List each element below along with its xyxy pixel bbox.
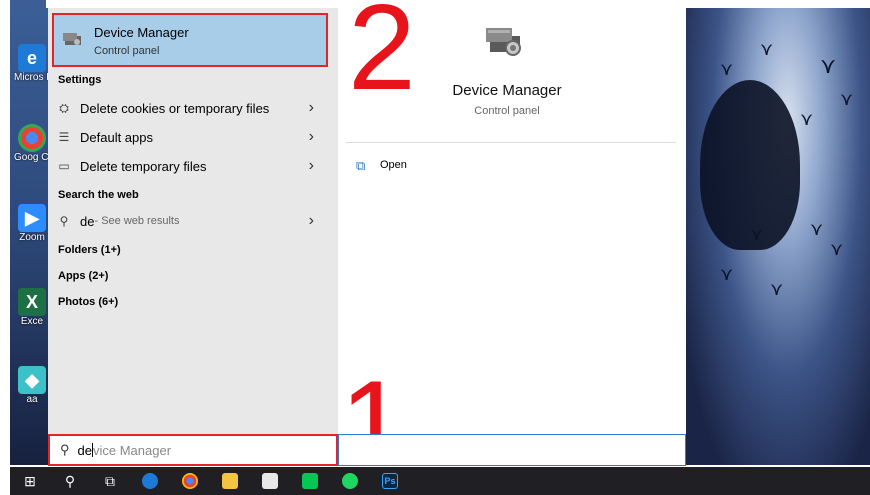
taskbar-file-explorer[interactable] [210,467,250,495]
photoshop-icon: Ps [382,473,398,489]
desktop-icon-edge[interactable]: e Micros Edge [14,44,50,83]
edge-icon: e [18,44,46,72]
settings-item-label: Delete temporary files [80,158,207,174]
taskbar-edge[interactable] [130,467,170,495]
taskbar-spotify[interactable] [330,467,370,495]
taskbar-photoshop[interactable]: Ps [370,467,410,495]
desktop-icon-excel[interactable]: X Exce [14,288,50,327]
open-icon: ⧉ [356,158,366,173]
windows-icon: ⊞ [24,472,36,489]
edge-icon [142,473,158,489]
bird-icon: ⋎ [720,264,734,284]
bird-icon: ⋎ [760,39,774,59]
web-query: de [80,213,95,229]
settings-item-label: Default apps [80,129,153,145]
top-result-device-manager[interactable]: Device Manager Control panel [52,13,328,67]
top-result-subtitle: Control panel [94,45,160,57]
taskbar-store[interactable] [250,467,290,495]
search-typed-text: de [77,442,92,458]
group-photos[interactable]: Photos (6+) [58,296,118,308]
open-action[interactable]: ⧉ Open [356,158,407,173]
desktop-icon-label: Exce [20,316,44,327]
drive-icon: ▭ [58,159,70,173]
desktop-icon-label: Zoom [19,232,45,243]
desktop-icon-chrome[interactable]: Goog Chron [14,124,50,163]
desktop-icon-zoom[interactable]: ▶ Zoom [14,204,50,243]
chevron-right-icon: › [308,212,314,229]
taskbar-chrome[interactable] [170,467,210,495]
taskbar-search-button[interactable]: ⚲ [50,467,90,495]
top-border [0,0,870,8]
group-apps[interactable]: Apps (2+) [58,270,108,282]
bird-icon: ⋎ [770,279,784,299]
task-view-icon: ⧉ [105,472,115,489]
group-folders[interactable]: Folders (1+) [58,244,121,256]
detail-title: Device Manager [452,82,562,99]
taskbar: ⊞ ⚲ ⧉ Ps [10,467,870,495]
desktop-icon-aa[interactable]: ◆ aa [14,366,50,405]
search-input-extension[interactable] [338,434,686,466]
detail-divider [346,142,676,143]
chevron-right-icon: › [308,99,314,116]
device-manager-large-icon [486,28,521,56]
chevron-right-icon: › [308,157,314,174]
search-icon: ⚲ [60,442,70,457]
desktop-icon-label: Goog Chron [14,152,50,163]
desktop-icon-label: aa [26,394,38,405]
chrome-icon [182,473,198,489]
task-view-button[interactable]: ⧉ [90,467,130,495]
bird-icon: ⋎ [800,109,814,129]
desktop-icon-label: Micros Edge [14,72,50,83]
bird-icon: ⋎ [810,219,824,239]
chrome-icon [18,124,46,152]
start-button[interactable]: ⊞ [10,467,50,495]
folder-icon [222,473,238,489]
excel-icon: X [18,288,46,316]
settings-item-label: Delete cookies or temporary files [80,100,270,116]
cookies-icon: ⛭ [59,100,69,115]
bird-icon: ⋎ [840,89,854,109]
settings-item-delete-temp[interactable]: ▭ Delete temporary files › [56,153,326,179]
search-input[interactable]: ⚲ de vice Manager [48,434,338,466]
zoom-icon: ▶ [18,204,46,232]
taskbar-line[interactable] [290,467,330,495]
search-icon: ⚲ [64,472,76,489]
bird-icon: ⋎ [820,53,837,78]
detail-subtitle: Control panel [474,105,540,117]
search-autocomplete: vice Manager [93,442,172,458]
list-icon: ☰ [58,130,70,144]
desktop-top-edge [10,0,46,10]
line-icon [302,473,318,489]
settings-item-delete-cookies[interactable]: ⛭ Delete cookies or temporary files › [56,95,326,121]
open-label: Open [380,159,407,171]
settings-item-default-apps[interactable]: ☰ Default apps › [56,124,326,150]
web-header: Search the web [58,189,139,201]
bird-icon: ⋎ [750,224,764,244]
chevron-right-icon: › [308,128,314,145]
web-suffix: - See web results [94,215,180,227]
settings-header: Settings [58,74,102,86]
bird-icon: ⋎ [830,239,844,259]
cube-icon: ◆ [18,366,46,394]
device-manager-icon [63,33,81,45]
bird-icon: ⋎ [720,59,734,79]
left-border [0,0,10,495]
search-icon: ⚲ [59,214,69,228]
store-icon [262,473,278,489]
top-result-title: Device Manager [94,25,189,40]
web-search-result[interactable]: ⚲ de - See web results › [56,208,326,234]
spotify-icon [342,473,358,489]
